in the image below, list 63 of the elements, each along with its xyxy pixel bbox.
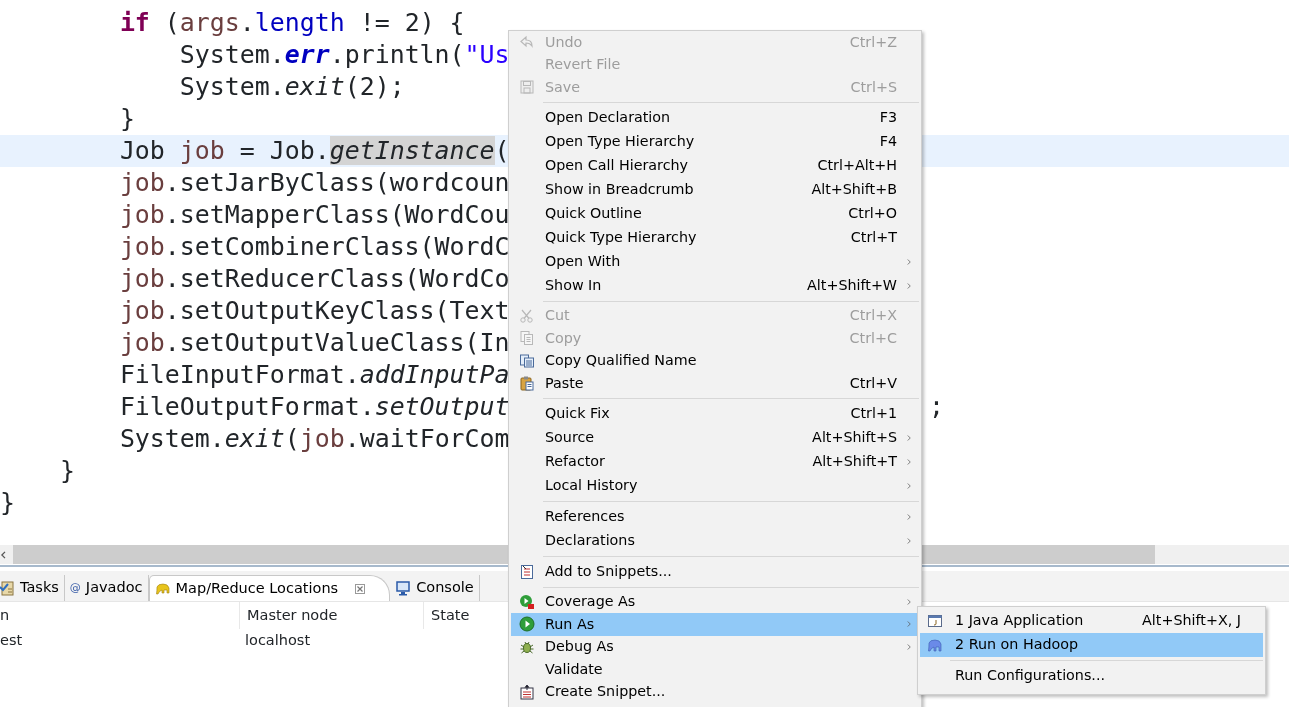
clipboard-list-icon (519, 683, 535, 700)
code-line: System.exit(job.waitForCom (118, 424, 510, 453)
menu-item[interactable]: 2 Run on Hadoop (920, 633, 1263, 657)
code-line: job.setMapperClass(WordCou (118, 200, 510, 229)
menu-item[interactable]: Declarations (511, 528, 919, 553)
menu-item[interactable]: Open Call Hierarchy Ctrl+Alt+H (511, 153, 919, 178)
coverage-icon (519, 593, 535, 610)
menu-item[interactable]: Open Type Hierarchy F4 (511, 129, 919, 154)
menu-item[interactable]: Local History (511, 473, 919, 498)
menu-item[interactable]: Open With (511, 249, 919, 274)
table-cell: est (0, 632, 23, 649)
window-icon (927, 613, 943, 629)
code-line: job.setOutputValueClass(In (118, 328, 510, 357)
code-line: } (58, 456, 75, 485)
menu-item[interactable]: Show In Alt+Shift+W (511, 273, 919, 298)
menu-item[interactable]: Validate (511, 658, 919, 681)
code-line: job.setCombinerClass(WordC (118, 232, 510, 261)
menu-item[interactable]: Paste Ctrl+V (511, 372, 919, 395)
menu-item[interactable]: Show in Breadcrumb Alt+Shift+B (511, 177, 919, 202)
menu-item[interactable]: Add to Snippets... (511, 559, 919, 584)
menu-item[interactable]: Create Snippet... (511, 680, 919, 703)
play-icon (519, 616, 535, 633)
menu-item[interactable]: 1 Java Application Alt+Shift+X, J (920, 609, 1263, 633)
code-line: job.setJarByClass(wordcoun (118, 168, 510, 197)
column-header[interactable]: n (0, 602, 240, 629)
code-line: Job job = Job.getInstance( (118, 136, 510, 165)
document-list-icon (519, 563, 535, 580)
menu-item[interactable]: Quick Fix Ctrl+1 (511, 401, 919, 426)
code-line: System.exit(2); (178, 72, 405, 101)
scissors-icon (519, 307, 535, 324)
menu-item[interactable]: Quick Type Hierarchy Ctrl+T (511, 225, 919, 250)
code-line: } (118, 104, 135, 133)
code-text: ; (929, 392, 945, 421)
at-icon: @ (69, 579, 81, 597)
panel-tab[interactable]: Map/Reduce Locations (148, 575, 391, 601)
menu-item[interactable]: Quick Outline Ctrl+O (511, 201, 919, 226)
menu-item[interactable]: References (511, 504, 919, 529)
column-header[interactable]: Master node (240, 602, 424, 629)
menu-item[interactable]: Debug As (511, 635, 919, 658)
menu-item[interactable]: Coverage As (511, 590, 919, 613)
code-line: System.err.println("Us (178, 40, 510, 69)
code-line: FileInputFormat.addInputPa (118, 360, 510, 389)
save-icon (519, 79, 535, 96)
menu-item[interactable]: Refactor Alt+Shift+T (511, 449, 919, 474)
menu-item[interactable]: Run Configurations... (920, 664, 1263, 688)
code-line: job.setOutputKeyClass(Text (118, 296, 510, 325)
code-line: } (0, 488, 15, 517)
monitor-icon (395, 580, 412, 596)
panel-tab[interactable]: Tasks (0, 575, 65, 601)
menu-item[interactable]: Run As (511, 613, 919, 636)
checklist-icon (0, 580, 15, 596)
clipboard-icon (519, 375, 535, 392)
undo-icon (519, 34, 535, 51)
menu-item[interactable]: Copy Qualified Name (511, 349, 919, 372)
document-icon (519, 352, 535, 369)
close-icon[interactable] (353, 581, 368, 596)
code-line: if (args.length != 2) { (118, 8, 465, 37)
table-cell: localhost (245, 632, 311, 649)
code-line: FileOutputFormat.setOutput (118, 392, 510, 421)
copy-icon (519, 330, 535, 347)
code-line: job.setReducerClass(WordCo (118, 264, 510, 293)
menu-item[interactable]: Source Alt+Shift+S (511, 425, 919, 450)
menu-item[interactable]: Open Declaration F3 (511, 105, 919, 130)
